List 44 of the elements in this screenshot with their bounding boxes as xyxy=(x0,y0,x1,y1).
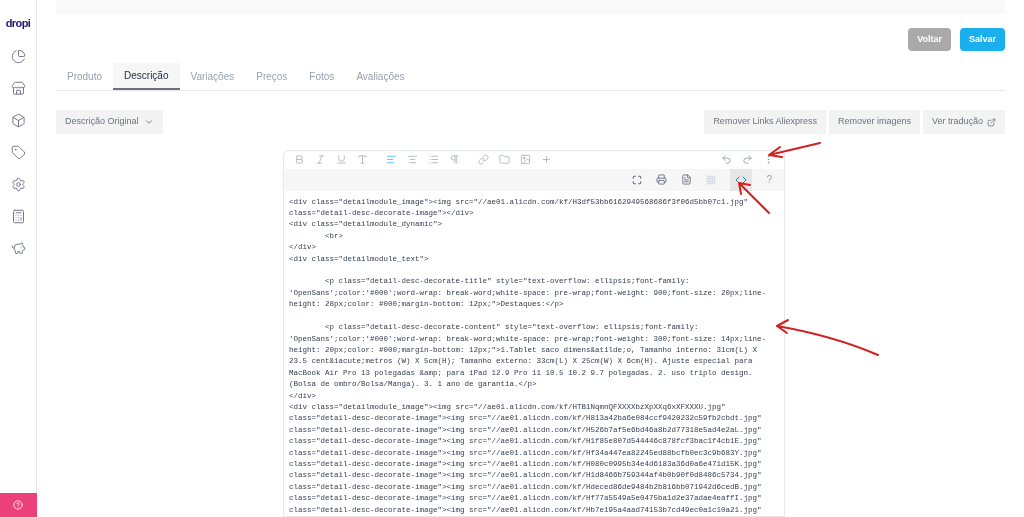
tab[interactable]: Produto xyxy=(56,63,114,90)
box-icon[interactable] xyxy=(10,112,26,128)
tab[interactable]: Descrição xyxy=(113,63,180,90)
tab[interactable]: Preços xyxy=(245,63,299,90)
link-icon[interactable] xyxy=(478,154,489,166)
toolbar-button[interactable]: Ver tradução xyxy=(922,110,1005,134)
printer-icon[interactable] xyxy=(656,174,668,186)
calculator-icon[interactable] xyxy=(10,208,26,224)
folder-icon[interactable] xyxy=(499,154,510,166)
save-button[interactable]: Salvar xyxy=(959,28,1005,51)
image-icon[interactable] xyxy=(520,154,531,166)
font-size-icon[interactable] xyxy=(357,154,368,166)
help-button[interactable] xyxy=(0,493,37,517)
grid-icon[interactable] xyxy=(706,174,717,185)
tab[interactable]: Fotos xyxy=(298,63,346,90)
plus-icon[interactable] xyxy=(541,154,552,166)
piggy-bank-icon[interactable] xyxy=(10,240,26,256)
description-dropdown[interactable]: Descrição Original xyxy=(56,110,163,134)
help-icon xyxy=(13,500,23,510)
settings-icon[interactable] xyxy=(10,176,26,192)
redo-icon[interactable] xyxy=(742,154,753,166)
annotation-arrow xyxy=(766,140,822,160)
tag-icon[interactable] xyxy=(10,144,26,160)
bold-icon[interactable] xyxy=(294,154,305,166)
tab[interactable]: Avaliações xyxy=(345,63,416,90)
list-icon[interactable] xyxy=(428,154,439,166)
logo[interactable]: dropi xyxy=(5,15,31,32)
tab[interactable]: Variações xyxy=(179,63,246,90)
align-left-icon[interactable] xyxy=(386,154,397,166)
toolbar-button[interactable]: Remover imagens xyxy=(828,110,920,134)
back-button[interactable]: Voltar xyxy=(908,28,951,51)
external-link-icon xyxy=(987,117,996,127)
help-label[interactable]: ? xyxy=(766,172,772,188)
italic-icon[interactable] xyxy=(315,154,326,166)
document-icon[interactable] xyxy=(681,174,693,186)
pie-chart-icon[interactable] xyxy=(10,48,26,64)
paragraph-icon[interactable] xyxy=(449,154,460,166)
chevron-down-icon xyxy=(143,117,154,127)
toolbar-button[interactable]: Remover Links Aliexpress xyxy=(704,110,826,134)
undo-icon[interactable] xyxy=(721,154,732,166)
fullscreen-icon[interactable] xyxy=(632,174,643,185)
align-center-icon[interactable] xyxy=(407,154,418,166)
underline-icon[interactable] xyxy=(336,154,347,166)
store-icon[interactable] xyxy=(10,80,26,96)
